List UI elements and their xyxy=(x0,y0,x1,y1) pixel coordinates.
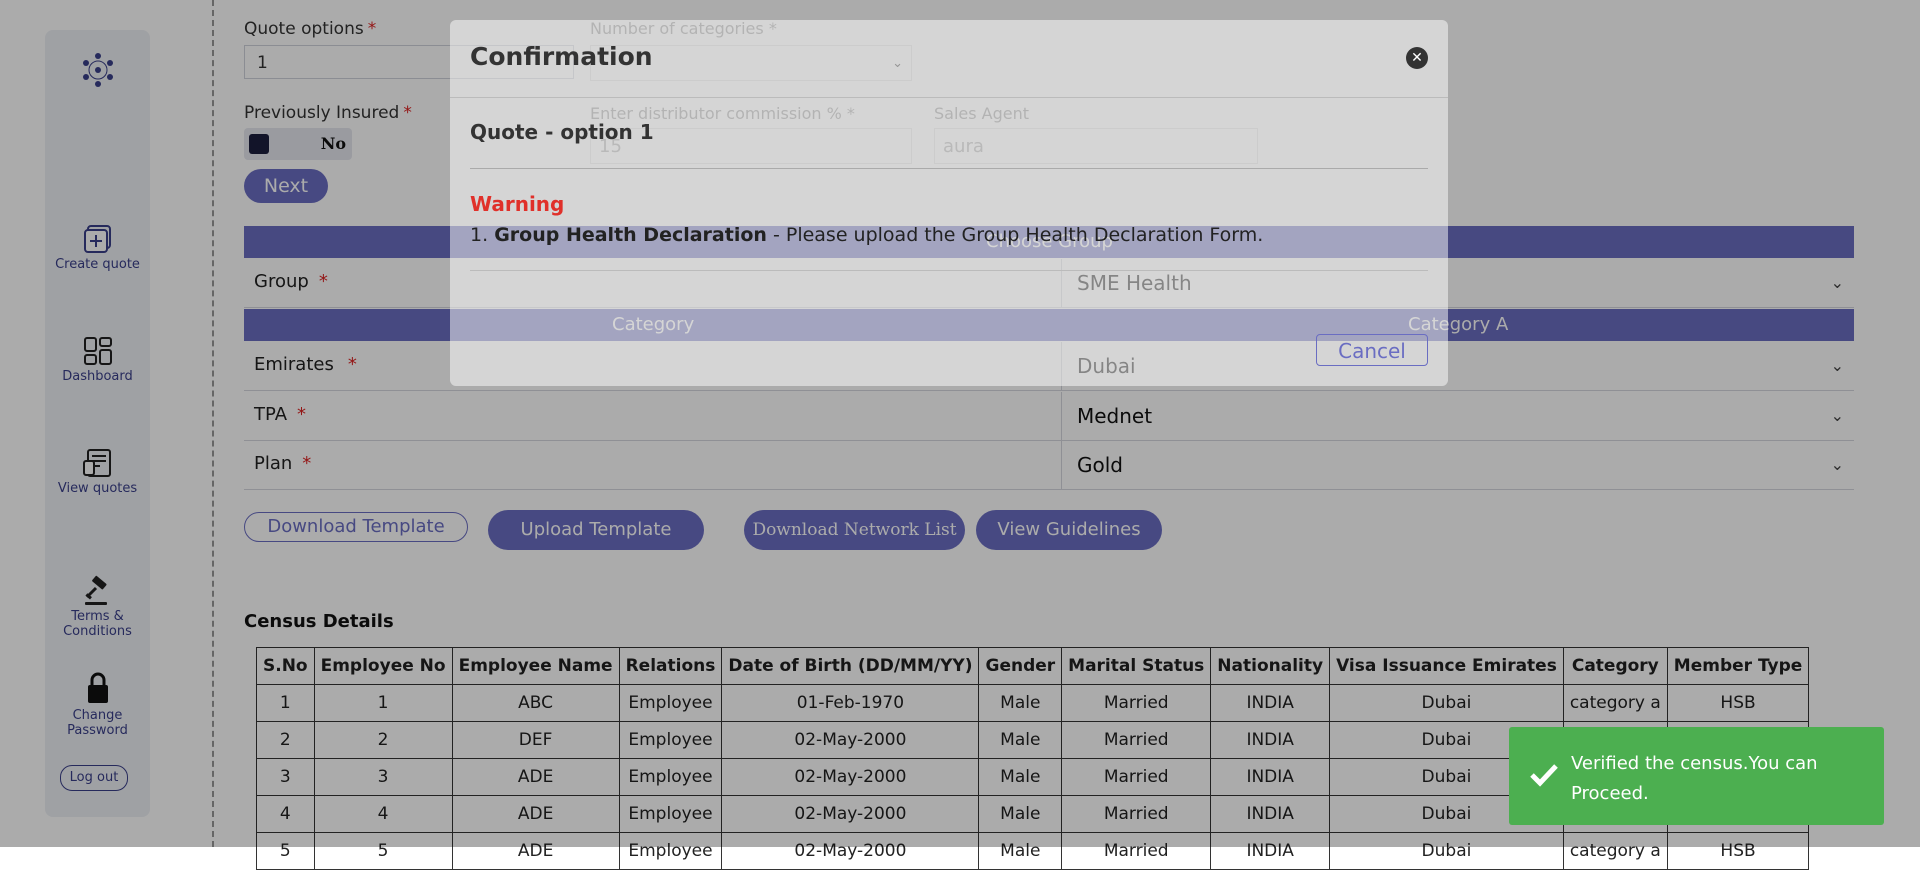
toast-message: Verified the census.You can Proceed. xyxy=(1571,753,1818,804)
confirmation-modal: Confirmation ✕ Quote - option 1 Warning … xyxy=(450,20,1448,386)
cancel-button[interactable]: Cancel xyxy=(1316,334,1428,366)
warning-title: Warning xyxy=(470,192,565,216)
divider xyxy=(470,168,1428,169)
divider xyxy=(450,97,1448,98)
modal-title: Confirmation xyxy=(470,42,653,71)
close-icon[interactable]: ✕ xyxy=(1406,47,1428,69)
warning-message: 1. Group Health Declaration - Please upl… xyxy=(470,224,1264,246)
modal-subtitle: Quote - option 1 xyxy=(470,120,654,144)
check-icon xyxy=(1530,764,1558,787)
divider xyxy=(470,270,1428,271)
success-toast[interactable]: Verified the census.You can Proceed. xyxy=(1509,727,1884,825)
